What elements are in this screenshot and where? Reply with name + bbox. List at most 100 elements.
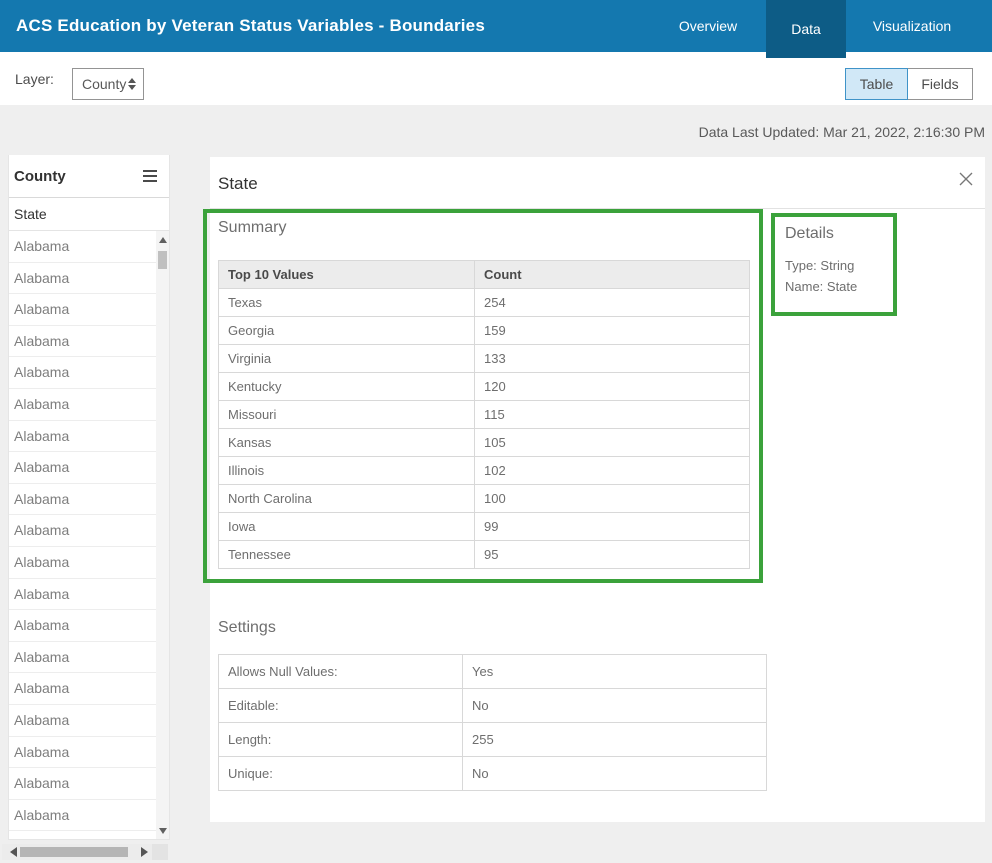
layer-label: Layer:	[15, 70, 54, 87]
summary-count-cell: 99	[474, 512, 750, 541]
summary-heading: Summary	[218, 219, 287, 236]
summary-row: North Carolina 100	[218, 484, 750, 513]
summary-value-cell: Iowa	[218, 512, 475, 541]
column-body: Alabama Alabama Alabama Alabama Alabama Alaba…	[9, 231, 169, 839]
horizontal-scrollbar[interactable]	[2, 844, 168, 860]
menu-icon[interactable]	[141, 168, 159, 184]
details-lines: Type: String Name: State	[785, 255, 857, 297]
details-heading: Details	[785, 225, 834, 242]
scroll-up-icon[interactable]	[158, 237, 167, 243]
fields-view-label: Fields	[921, 76, 959, 92]
settings-label-cell: Editable:	[218, 688, 463, 723]
fields-view-button[interactable]: Fields	[907, 68, 973, 100]
settings-row: Allows Null Values: Yes	[218, 654, 767, 689]
table-column-header: County	[9, 155, 169, 198]
list-item[interactable]: Alabama	[9, 768, 156, 800]
summary-count-cell: 159	[474, 316, 750, 345]
horizontal-scroll-thumb[interactable]	[20, 847, 128, 857]
summary-row: Iowa 99	[218, 512, 750, 541]
tab-overview[interactable]: Overview	[652, 0, 764, 52]
summary-count-cell: 100	[474, 484, 750, 513]
tab-overview-label: Overview	[678, 18, 738, 34]
list-item[interactable]: Alabama	[9, 263, 156, 295]
layer-select[interactable]: County	[72, 68, 144, 100]
list-item[interactable]: Alabama	[9, 673, 156, 705]
column-header-state[interactable]: State	[9, 198, 169, 231]
list-item[interactable]: Alabama	[9, 452, 156, 484]
settings-label-cell: Allows Null Values:	[218, 654, 463, 689]
scroll-right-icon[interactable]	[141, 847, 148, 857]
list-item[interactable]: Alabama	[9, 294, 156, 326]
summary-table-body: Texas 254 Georgia 159 Virginia 133 Kentucky 120…	[218, 288, 750, 569]
attribute-table-column: County State Alabama Alabama Alabama Alabam…	[8, 155, 170, 840]
list-item[interactable]: Alabama	[9, 800, 156, 832]
table-title: County	[14, 167, 66, 185]
app-header: ACS Education by Veteran Status Variable…	[0, 0, 992, 58]
field-value-list: Alabama Alabama Alabama Alabama Alabama Alaba…	[9, 231, 156, 839]
summary-count-cell: 120	[474, 372, 750, 401]
summary-value-cell: Texas	[218, 288, 475, 317]
summary-table-header-row: Top 10 Values Count	[218, 260, 750, 289]
tab-visualization-label: Visualization	[872, 18, 952, 34]
list-item[interactable]: Alabama	[9, 357, 156, 389]
settings-label-cell: Unique:	[218, 756, 463, 791]
settings-value-cell: No	[462, 756, 767, 791]
tab-data[interactable]: Data	[766, 0, 846, 58]
scroll-left-icon[interactable]	[10, 847, 17, 857]
summary-count-cell: 115	[474, 400, 750, 429]
spinner-icon	[128, 78, 136, 90]
list-item[interactable]: Alabama	[9, 579, 156, 611]
summary-count-cell: 102	[474, 456, 750, 485]
settings-value-cell: 255	[462, 722, 767, 757]
scroll-corner	[152, 844, 168, 860]
list-item[interactable]: Alabama	[9, 737, 156, 769]
list-item[interactable]: Alabama	[9, 389, 156, 421]
summary-value-cell: Tennessee	[218, 540, 475, 569]
settings-table: Allows Null Values: Yes Editable: No Length:…	[218, 654, 767, 791]
settings-table-body: Allows Null Values: Yes Editable: No Length:…	[218, 654, 767, 791]
vertical-scroll-thumb[interactable]	[158, 251, 167, 269]
summary-col-values: Top 10 Values	[218, 260, 475, 289]
list-item[interactable]: Alabama	[9, 231, 156, 263]
list-item[interactable]: Alabama	[9, 484, 156, 516]
summary-value-cell: North Carolina	[218, 484, 475, 513]
data-last-updated: Data Last Updated: Mar 21, 2022, 2:16:30…	[698, 124, 985, 140]
layer-toolbar: Layer: County Table Fields	[0, 52, 992, 105]
list-item[interactable]: Alabama	[9, 547, 156, 579]
details-name: Name: State	[785, 279, 858, 294]
settings-value-cell: Yes	[462, 654, 767, 689]
summary-value-cell: Missouri	[218, 400, 475, 429]
summary-row: Kentucky 120	[218, 372, 750, 401]
scroll-down-icon[interactable]	[158, 828, 167, 834]
list-item[interactable]: Alabama	[9, 326, 156, 358]
summary-row: Kansas 105	[218, 428, 750, 457]
summary-count-cell: 105	[474, 428, 750, 457]
summary-count-cell: 254	[474, 288, 750, 317]
summary-table: Top 10 Values Count Texas 254 Georgia 159 Vi…	[218, 260, 750, 569]
settings-value-cell: No	[462, 688, 767, 723]
summary-value-cell: Kentucky	[218, 372, 475, 401]
summary-value-cell: Virginia	[218, 344, 475, 373]
list-item[interactable]: Alabama	[9, 642, 156, 674]
settings-heading: Settings	[218, 619, 276, 636]
summary-row: Virginia 133	[218, 344, 750, 373]
summary-row: Missouri 115	[218, 400, 750, 429]
summary-value-cell: Kansas	[218, 428, 475, 457]
table-view-button[interactable]: Table	[845, 68, 908, 100]
summary-row: Texas 254	[218, 288, 750, 317]
summary-row: Tennessee 95	[218, 540, 750, 569]
list-item[interactable]: Alabama	[9, 610, 156, 642]
list-item[interactable]: Alabama	[9, 515, 156, 547]
vertical-scrollbar[interactable]	[156, 231, 169, 839]
tab-visualization[interactable]: Visualization	[846, 0, 978, 52]
app-title: ACS Education by Veteran Status Variable…	[16, 16, 485, 35]
summary-value-cell: Illinois	[218, 456, 475, 485]
details-type: Type: String	[785, 258, 855, 273]
list-item[interactable]: Alabama	[9, 705, 156, 737]
field-panel-title: State	[218, 174, 258, 193]
close-icon[interactable]	[957, 170, 975, 188]
panel-divider	[210, 208, 985, 209]
list-item[interactable]: Alabama	[9, 831, 156, 839]
list-item[interactable]: Alabama	[9, 421, 156, 453]
summary-row: Georgia 159	[218, 316, 750, 345]
